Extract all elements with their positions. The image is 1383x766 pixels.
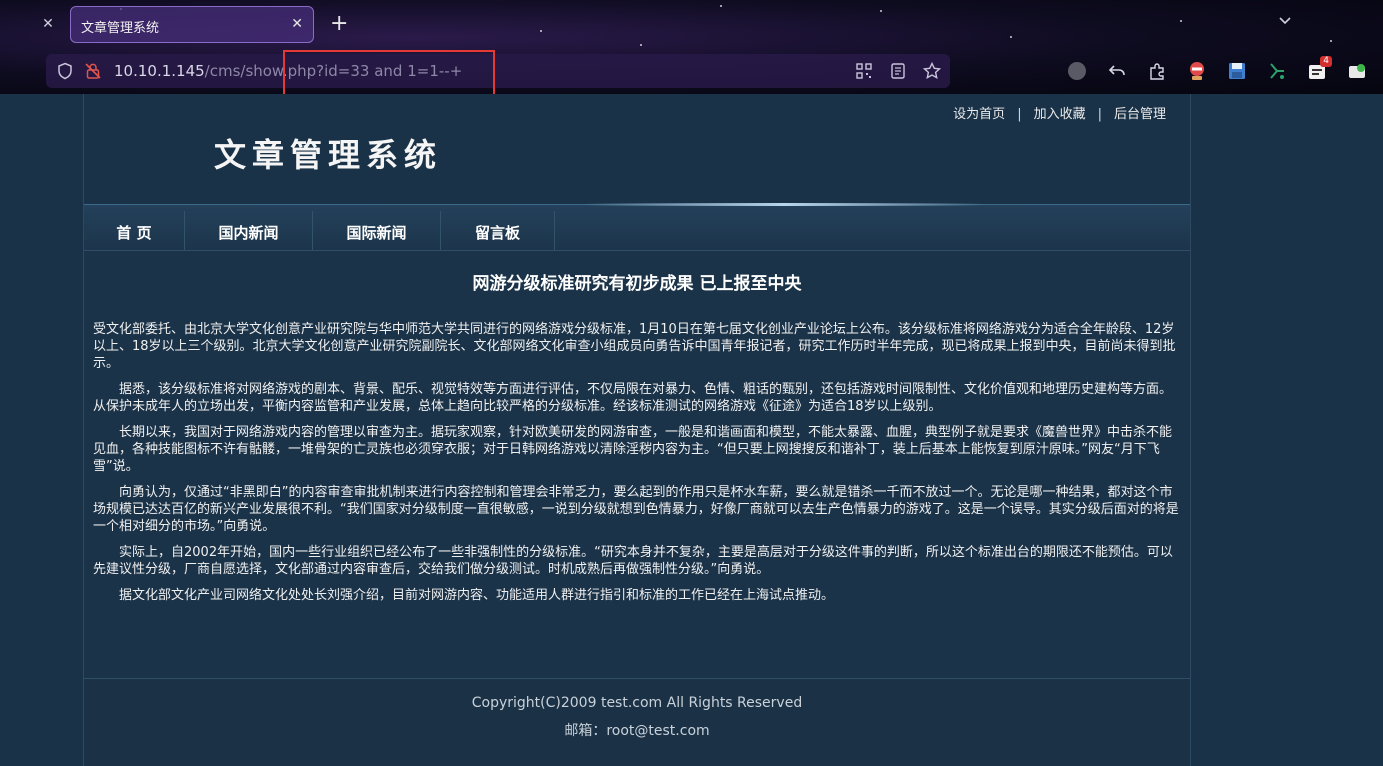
browser-tab[interactable]: 文章管理系统 ✕ [70, 6, 314, 43]
wechat-extension-icon[interactable] [1344, 58, 1370, 84]
account-avatar-icon[interactable] [1064, 58, 1090, 84]
site-logo: 文章管理系统 [214, 136, 443, 174]
admin-link[interactable]: 后台管理 [1108, 107, 1172, 122]
article-paragraph: 受文化部委托、由北京大学文化创意产业研究院与华中师范大学共同进行的网络游戏分级标… [93, 322, 1176, 371]
tab-close-icon[interactable]: ✕ [291, 16, 303, 32]
article-body: 受文化部委托、由北京大学文化创意产业研究院与华中师范大学共同进行的网络游戏分级标… [93, 321, 1183, 613]
nav-item-domestic-news[interactable]: 国内新闻 [185, 211, 313, 251]
article-paragraph: 据悉，该分级标准将对网络游戏的剧本、背景、配乐、视觉特效等方面进行评估，不仅局限… [93, 382, 1173, 414]
insecure-lock-icon[interactable] [84, 62, 102, 80]
save-disk-icon[interactable] [1224, 58, 1250, 84]
stop-extension-icon[interactable] [1184, 58, 1210, 84]
web-page: 文章管理系统 设为首页 | 加入收藏 | 后台管理 首 页 国内新闻 国际新闻 留言板 … [0, 94, 1383, 766]
site-header: 文章管理系统 设为首页 | 加入收藏 | 后台管理 [84, 94, 1190, 207]
copyright-text: Copyright(C)2009 test.com All Rights Res… [471, 695, 803, 711]
article-paragraph: 向勇认为，仅通过“非黑即白”的内容审查审批机制来进行内容控制和管理会非常乏力，要… [93, 485, 1179, 534]
header-links: 设为首页 | 加入收藏 | 后台管理 [947, 103, 1172, 122]
url-actions [854, 61, 942, 81]
reader-view-icon[interactable] [888, 61, 908, 81]
article-title: 网游分级标准研究有初步成果 已上报至中央 [472, 274, 802, 294]
shield-icon[interactable] [56, 62, 74, 80]
bookmark-star-icon[interactable] [922, 61, 942, 81]
site-footer: Copyright(C)2009 test.com All Rights Res… [84, 678, 1190, 766]
link-separator: | [1017, 107, 1022, 122]
nav-item-international-news[interactable]: 国际新闻 [313, 211, 441, 251]
article-paragraph: 据文化部文化产业司网络文化处处长刘强介绍，目前对网游内容、功能适用人群进行指引和… [119, 588, 835, 603]
chevron-down-icon[interactable] [1278, 14, 1292, 30]
translate-icon[interactable] [1264, 58, 1290, 84]
main-nav: 首 页 国内新闻 国际新闻 留言板 [84, 203, 1190, 251]
qr-code-icon[interactable] [854, 61, 874, 81]
set-homepage-link[interactable]: 设为首页 [947, 107, 1011, 122]
add-favorite-link[interactable]: 加入收藏 [1028, 107, 1092, 122]
tab-title: 文章管理系统 [81, 21, 160, 36]
article-paragraph: 实际上，自2002年开始，国内一些行业组织已经公布了一些非强制性的分级标准。“研… [93, 545, 1173, 577]
article-area: 网游分级标准研究有初步成果 已上报至中央 受文化部委托、由北京大学文化创意产业研… [84, 250, 1190, 680]
site-container: 文章管理系统 设为首页 | 加入收藏 | 后台管理 首 页 国内新闻 国际新闻 留言板 … [83, 94, 1191, 766]
close-icon[interactable]: ✕ [38, 14, 58, 34]
notification-extension-icon[interactable]: 4 [1304, 56, 1332, 84]
link-separator: | [1097, 107, 1102, 122]
new-tab-icon[interactable]: + [330, 12, 348, 36]
url-host: 10.10.1.145 [114, 62, 205, 80]
extensions-puzzle-icon[interactable] [1144, 58, 1170, 84]
nav-item-home[interactable]: 首 页 [84, 211, 185, 251]
tab-strip: ✕ 文章管理系统 ✕ + [0, 0, 1383, 48]
article-paragraph: 长期以来，我国对于网络游戏内容的管理以审查为主。据玩家观察，针对欧美研发的网游审… [93, 425, 1173, 474]
nav-item-guestbook[interactable]: 留言板 [441, 211, 555, 251]
url-highlight-box [283, 50, 495, 94]
nav-glow [584, 203, 984, 206]
address-bar[interactable]: 10.10.1.145/cms/show.php?id=33 and 1=1--… [46, 54, 950, 88]
extension-badge: 4 [1320, 56, 1332, 67]
back-history-icon[interactable] [1104, 58, 1130, 84]
contact-email: 邮箱：root@test.com [564, 723, 710, 739]
browser-chrome: ✕ 文章管理系统 ✕ + 10.10.1.145/cms/show.php?id… [0, 0, 1383, 94]
browser-toolbar: 4 [1064, 56, 1370, 84]
